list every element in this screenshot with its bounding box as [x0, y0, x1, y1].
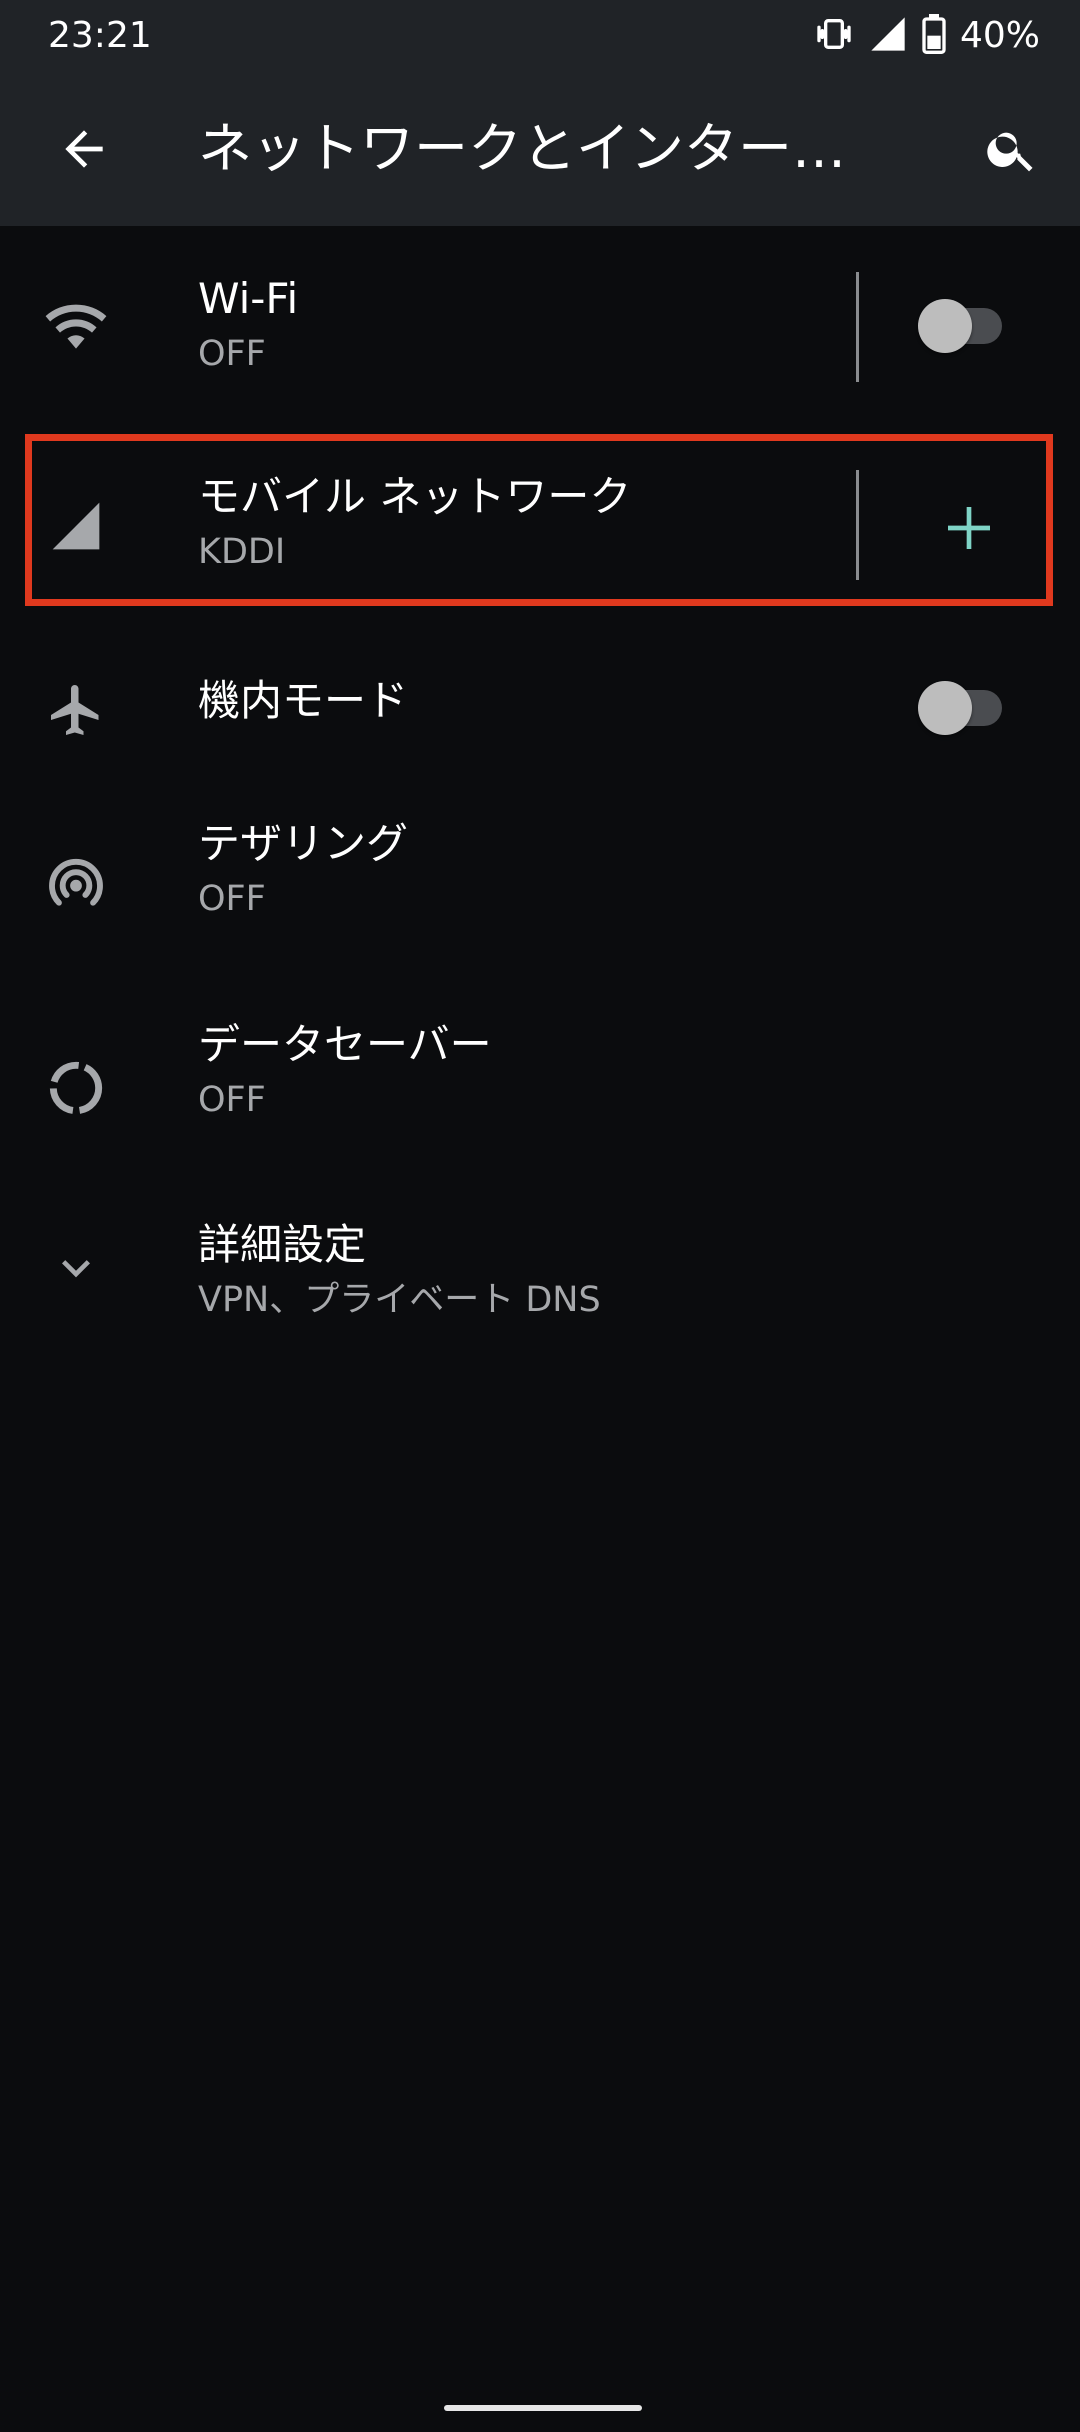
data-saver-item[interactable]: データセーバー OFF — [0, 1018, 1080, 1138]
arrow-back-icon — [65, 130, 103, 168]
airplane-mode-item[interactable]: 機内モード — [0, 654, 1080, 764]
data-saver-icon — [36, 1048, 116, 1128]
hotspot-icon — [36, 843, 116, 923]
wifi-toggle[interactable] — [912, 296, 1008, 356]
back-button[interactable] — [40, 105, 128, 193]
search-button[interactable] — [968, 105, 1056, 193]
search-icon — [987, 132, 1033, 172]
page-title: ネットワークとインターネット — [198, 117, 898, 180]
divider — [856, 272, 859, 382]
cellular-signal-icon — [868, 14, 908, 58]
app-bar: ネットワークとインターネット — [0, 72, 1080, 226]
battery-percent: 40% — [959, 15, 1040, 56]
airplane-mode-label: 機内モード — [198, 676, 409, 725]
chevron-down-icon — [36, 1228, 116, 1308]
top-bar: 23:21 40% ネットワークとインターネット — [0, 0, 1080, 226]
wifi-icon — [36, 286, 116, 366]
gesture-nav-handle[interactable] — [444, 2405, 642, 2411]
tethering-status: OFF — [198, 879, 266, 919]
data-saver-status: OFF — [198, 1080, 266, 1120]
data-saver-label: データセーバー — [198, 1020, 492, 1069]
tethering-label: テザリング — [198, 819, 409, 868]
status-right: 40% — [814, 12, 1040, 60]
status-bar: 23:21 40% — [0, 0, 1080, 72]
airplane-mode-toggle[interactable] — [912, 678, 1008, 738]
highlight-box — [25, 434, 1053, 606]
status-time: 23:21 — [48, 15, 152, 56]
wifi-item[interactable]: Wi-Fi OFF — [0, 270, 1080, 390]
tethering-item[interactable]: テザリング OFF — [0, 817, 1080, 937]
vibrate-icon — [814, 14, 854, 58]
wifi-label: Wi-Fi — [198, 274, 299, 323]
wifi-status: OFF — [198, 334, 266, 374]
battery-icon — [922, 14, 946, 58]
advanced-item[interactable]: 詳細設定 VPN、プライベート DNS — [0, 1218, 1080, 1338]
airplane-icon — [36, 670, 116, 750]
advanced-label: 詳細設定 — [198, 1220, 367, 1269]
advanced-summary: VPN、プライベート DNS — [198, 1280, 601, 1320]
